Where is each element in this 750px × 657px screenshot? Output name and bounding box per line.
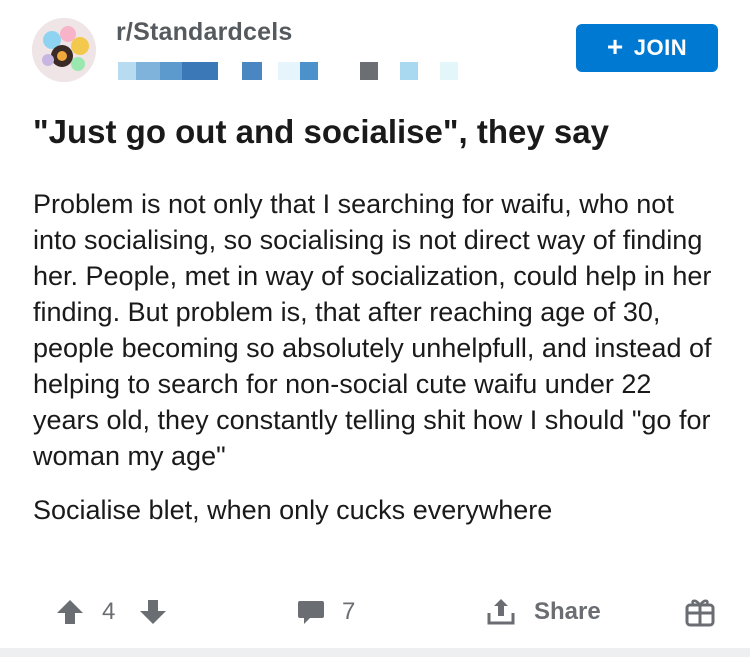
join-button[interactable]: + JOIN xyxy=(576,24,718,72)
post-body: Problem is not only that I searching for… xyxy=(33,186,723,528)
vote-score: 4 xyxy=(102,598,116,625)
subreddit-avatar[interactable] xyxy=(32,18,96,82)
downvote-button[interactable] xyxy=(138,586,168,638)
comments-button[interactable] xyxy=(296,586,326,638)
post-title: "Just go out and socialise", they say xyxy=(33,113,609,150)
post-body-paragraph: Problem is not only that I searching for… xyxy=(33,189,712,471)
comment-bubble-icon xyxy=(298,601,324,624)
subreddit-avatar-image xyxy=(32,18,96,82)
gift-icon xyxy=(685,599,715,627)
award-button[interactable] xyxy=(683,586,717,638)
arrow-up-icon xyxy=(57,600,83,624)
pixelated-meta-info xyxy=(118,62,463,80)
share-label[interactable]: Share xyxy=(534,586,601,638)
share-button[interactable] xyxy=(485,586,517,638)
post-separator xyxy=(0,648,750,657)
upvote-button[interactable] xyxy=(55,586,85,638)
subreddit-name[interactable]: r/Standardcels xyxy=(116,18,292,47)
share-icon xyxy=(487,599,515,625)
join-button-label: JOIN xyxy=(633,35,688,60)
post-body-paragraph: Socialise blet, when only cucks everywhe… xyxy=(33,495,553,525)
post-header: r/Standardcels + JOIN xyxy=(0,0,750,100)
plus-icon: + xyxy=(606,31,624,62)
arrow-down-icon xyxy=(140,600,166,624)
comment-count: 7 xyxy=(342,598,356,625)
post-action-bar: 4 7 Share xyxy=(0,586,750,638)
